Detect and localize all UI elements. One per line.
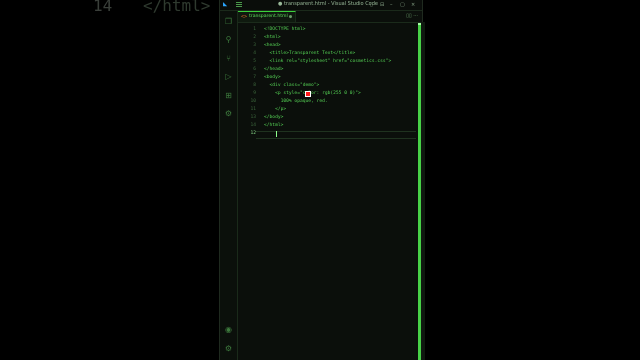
unsaved-dot-icon[interactable]: ● [289,14,292,20]
background-code-text: </html> [143,0,211,15]
code-line[interactable]: </body> [264,115,283,120]
code-line[interactable]: <div class="demo"> [264,83,320,88]
tab-transparent-html[interactable]: <> transparent.html ● [238,11,296,22]
line-number: 10 [250,99,256,104]
code-line[interactable]: </html> [264,123,283,128]
active-line-highlight [256,131,416,139]
background-code-shadow: 14 </html> [60,0,220,22]
code-line[interactable]: <!DOCTYPE html> [264,27,306,32]
layout-toggle-icon[interactable]: ▯ [370,2,373,8]
remote-icon[interactable]: ⚙ [224,109,233,118]
maximize-button[interactable]: ▢ [400,2,405,8]
close-button[interactable]: × [411,2,415,8]
line-number: 9 [253,91,256,96]
title-bar: ◣ ● transparent.html - Visual Studio Cod… [220,0,422,11]
code-line-with-swatch[interactable]: <p style="color: rgb(255 0 0)"> [264,91,361,96]
code-line[interactable]: </p> [264,107,286,112]
vscode-logo-icon: ◣ [223,0,228,8]
tab-label: transparent.html [249,14,288,19]
search-icon[interactable]: ⚲ [224,35,233,44]
line-number: 13 [250,115,256,120]
minimize-button[interactable]: – [390,2,393,8]
window-title: ● transparent.html - Visual Studio Code [278,1,378,7]
panel-toggle-icon[interactable]: ⊟ [380,2,384,8]
line-number: 2 [253,35,256,40]
html-file-icon: <> [241,14,248,20]
editor-actions[interactable]: ▯▯ ··· [406,13,418,19]
window-right-edge [421,22,425,360]
files-icon[interactable]: ❐ [224,17,233,26]
code-editor[interactable]: 1 2 3 4 5 6 7 8 9 10 11 12 13 14 <!DOCTY… [238,23,418,360]
extensions-icon[interactable]: ⊞ [224,91,233,100]
background-line-number: 14 [93,0,113,15]
run-debug-icon[interactable]: ▷ [224,72,233,81]
code-line[interactable]: <link rel="stylesheet" href="cosmetics.c… [264,59,392,64]
source-control-icon[interactable]: ⑂ [224,54,233,63]
line-number: 14 [250,123,256,128]
settings-gear-icon[interactable]: ⚙ [224,344,233,353]
code-line[interactable]: </head> [264,67,283,72]
line-number-active: 12 [250,131,256,136]
color-swatch[interactable] [305,91,311,97]
line-number: 1 [253,27,256,32]
code-line[interactable]: 100% opaque, red. [264,99,328,104]
menu-icon[interactable] [236,2,242,8]
code-line[interactable]: <html> [264,35,281,40]
accounts-icon[interactable]: ◉ [224,325,233,334]
code-line[interactable]: <body> [264,75,281,80]
text-cursor [276,131,277,137]
activity-bar: ❐ ⚲ ⑂ ▷ ⊞ ⚙ ◉ ⚙ [220,11,238,360]
line-number: 3 [253,43,256,48]
line-number: 5 [253,59,256,64]
line-number: 11 [250,107,256,112]
tab-bar: <> transparent.html ● ▯▯ ··· [238,11,422,23]
line-number: 4 [253,51,256,56]
code-line[interactable]: <title>Transparent Text</title> [264,51,356,56]
vscode-window: ◣ ● transparent.html - Visual Studio Cod… [219,0,423,360]
code-line[interactable]: <head> [264,43,281,48]
line-number: 6 [253,67,256,72]
line-number: 7 [253,75,256,80]
line-number: 8 [253,83,256,88]
